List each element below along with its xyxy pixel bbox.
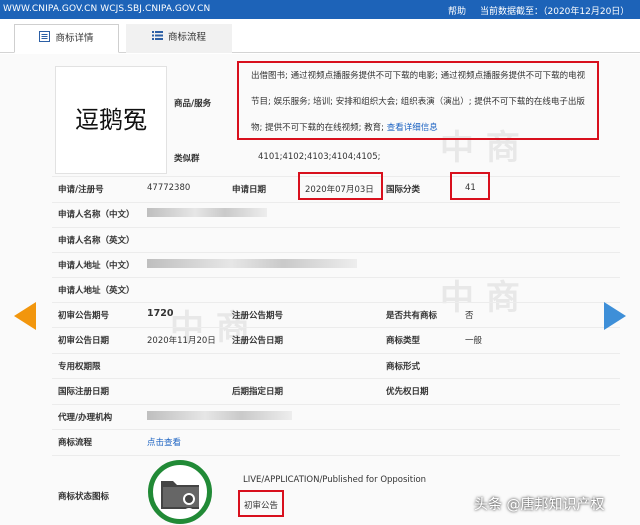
prev-arrow-icon[interactable] (14, 302, 36, 330)
view-flow-link[interactable]: 点击查看 (147, 436, 181, 448)
divider (52, 227, 620, 228)
highlight-goods (237, 61, 599, 140)
page: WWW.CNIPA.GOV.CN WCJS.SBJ.CNIPA.GOV.CN 帮… (0, 0, 640, 525)
flow-label: 商标流程 (58, 438, 93, 448)
divider (52, 302, 620, 303)
goods-label: 商品/服务 (174, 99, 212, 109)
status-en: LIVE/APPLICATION/Published for Oppositio… (243, 475, 427, 485)
app-date-label: 申请日期 (232, 185, 267, 195)
divider (52, 252, 620, 253)
divider (52, 378, 620, 379)
next-arrow-icon[interactable] (604, 302, 626, 330)
highlight-intl-class (450, 172, 490, 200)
divider (52, 202, 620, 203)
document-icon (39, 31, 51, 42)
prelim-date-value: 2020年11月20日 (147, 336, 216, 346)
divider (52, 455, 620, 456)
address-en-label: 申请人地址（英文） (58, 286, 135, 296)
site-urls: WWW.CNIPA.GOV.CN WCJS.SBJ.CNIPA.GOV.CN (3, 4, 211, 14)
highlight-app-date (298, 172, 383, 200)
status-icon-label: 商标状态图标 (58, 492, 110, 502)
divider (52, 327, 620, 328)
redacted-applicant (147, 208, 267, 217)
highlight-status (238, 490, 284, 517)
applicant-cn-label: 申请人名称（中文） (58, 210, 135, 220)
tab-label: 商标流程 (167, 32, 206, 43)
reg-no-label: 申请/注册号 (58, 185, 104, 195)
similar-group-value: 4101;4102;4103;4104;4105; (258, 152, 381, 162)
intl-reg-date-label: 国际注册日期 (58, 387, 110, 397)
reg-pub-date-label: 注册公告日期 (232, 336, 284, 346)
agent-label: 代理/办理机构 (58, 413, 113, 423)
tab-bar: 商标详情 商标流程 (0, 19, 640, 53)
top-bar: WWW.CNIPA.GOV.CN WCJS.SBJ.CNIPA.GOV.CN 帮… (0, 0, 640, 19)
similar-group-label: 类似群 (174, 154, 200, 164)
tab-trademark-flow[interactable]: 商标流程 (126, 24, 232, 53)
help-link[interactable]: 帮助 (448, 4, 466, 17)
folder-user-icon (161, 481, 199, 513)
address-cn-label: 申请人地址（中文） (58, 261, 135, 271)
tab-trademark-details[interactable]: 商标详情 (14, 24, 119, 53)
applicant-en-label: 申请人名称（英文） (58, 236, 135, 246)
prelim-no-label: 初审公告期号 (58, 311, 110, 321)
reg-no-value: 47772380 (147, 183, 191, 193)
data-date: 当前数据截至：（2020年12月20日） (480, 7, 630, 17)
list-icon (151, 31, 163, 40)
tab-label: 商标详情 (55, 33, 94, 44)
status-icon (148, 460, 212, 524)
intl-class-label: 国际分类 (386, 185, 421, 195)
footer-watermark: 头条 @唐邦知识产权 (474, 497, 605, 513)
divider (52, 429, 620, 430)
redacted-agent (147, 411, 292, 420)
priority-date-label: 优先权日期 (386, 387, 429, 397)
redacted-address (147, 259, 357, 268)
shared-label: 是否共有商标 (386, 311, 438, 321)
divider (52, 353, 620, 354)
reg-pub-no-label: 注册公告期号 (232, 311, 284, 321)
prelim-date-label: 初审公告日期 (58, 336, 110, 346)
prelim-no-value: 1720 (147, 308, 174, 319)
mark-type-label: 商标类型 (386, 336, 421, 346)
mark-form-label: 商标形式 (386, 362, 421, 372)
trademark-image: 逗鹅冤 (55, 66, 167, 174)
mark-type-value: 一般 (465, 336, 483, 346)
divider (52, 404, 620, 405)
divider (52, 277, 620, 278)
excl-period-label: 专用权期限 (58, 362, 101, 372)
shared-value: 否 (465, 311, 474, 321)
later-date-label: 后期指定日期 (232, 387, 284, 397)
